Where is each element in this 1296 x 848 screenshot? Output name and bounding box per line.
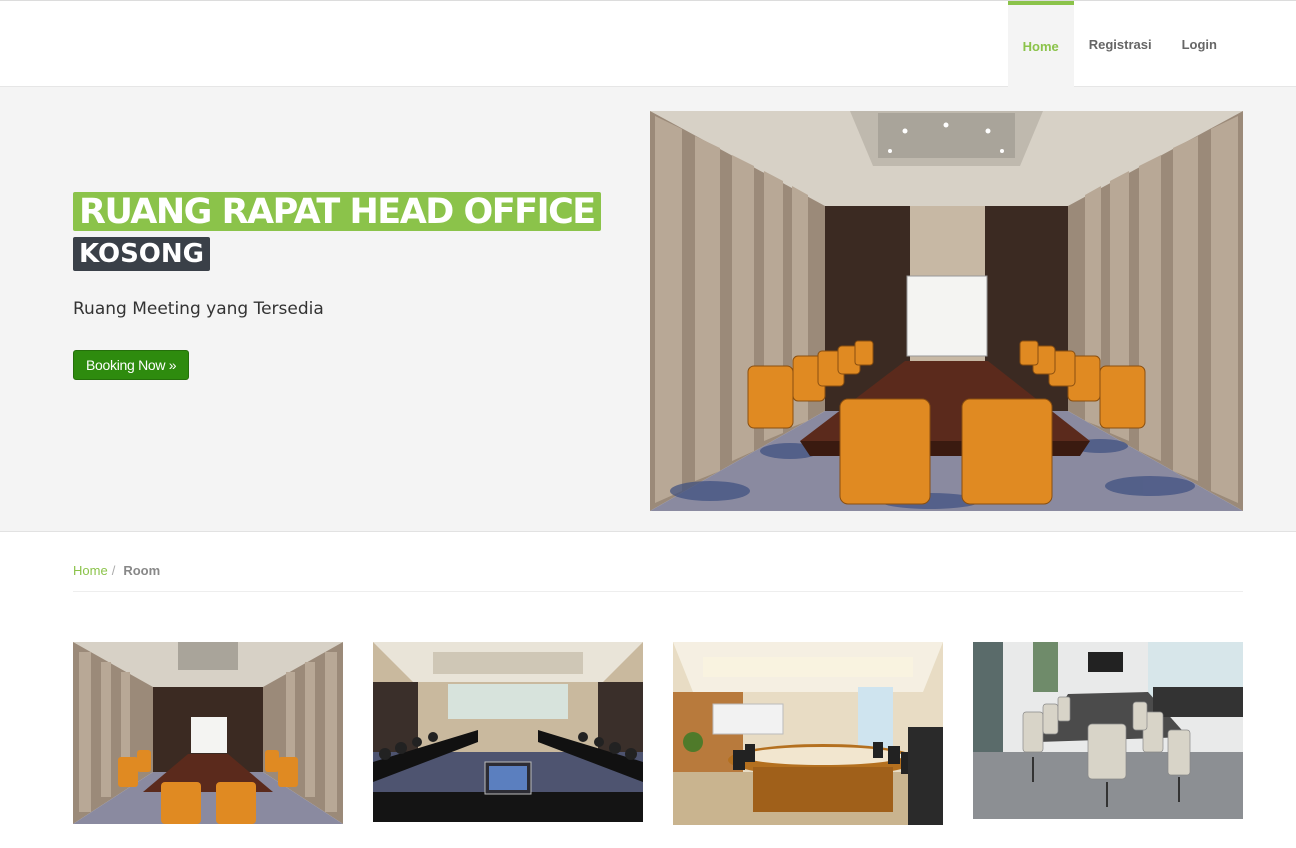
room-image-2 xyxy=(373,642,643,822)
room-image-4 xyxy=(973,642,1243,819)
hero-room-image xyxy=(650,111,1243,511)
hero-subtitle: Ruang Meeting yang Tersedia xyxy=(73,299,324,319)
nav-login[interactable]: Login xyxy=(1167,1,1232,87)
breadcrumb: Home / Room xyxy=(73,563,160,578)
room-card-2[interactable] xyxy=(373,642,643,822)
room-image-1 xyxy=(73,642,343,824)
room-card-4[interactable] xyxy=(973,642,1243,819)
nav-registrasi[interactable]: Registrasi xyxy=(1074,1,1167,87)
booking-now-button[interactable]: Booking Now » xyxy=(73,350,190,380)
breadcrumb-current: Room xyxy=(123,563,161,578)
main-nav: Home Registrasi Login xyxy=(1007,1,1232,87)
navbar: Home Registrasi Login xyxy=(0,0,1296,87)
breadcrumb-separator: / xyxy=(111,563,116,578)
room-title: RUANG RAPAT HEAD OFFICE xyxy=(73,192,601,232)
nav-home[interactable]: Home xyxy=(1007,1,1074,87)
divider xyxy=(73,591,1243,592)
breadcrumb-home[interactable]: Home xyxy=(73,563,108,578)
status-badge: KOSONG xyxy=(73,237,211,271)
room-card-1[interactable] xyxy=(73,642,343,824)
room-card-3[interactable] xyxy=(673,642,943,825)
room-image-3 xyxy=(673,642,943,825)
hero-section: RUANG RAPAT HEAD OFFICE KOSONG Ruang Mee… xyxy=(0,87,1296,532)
